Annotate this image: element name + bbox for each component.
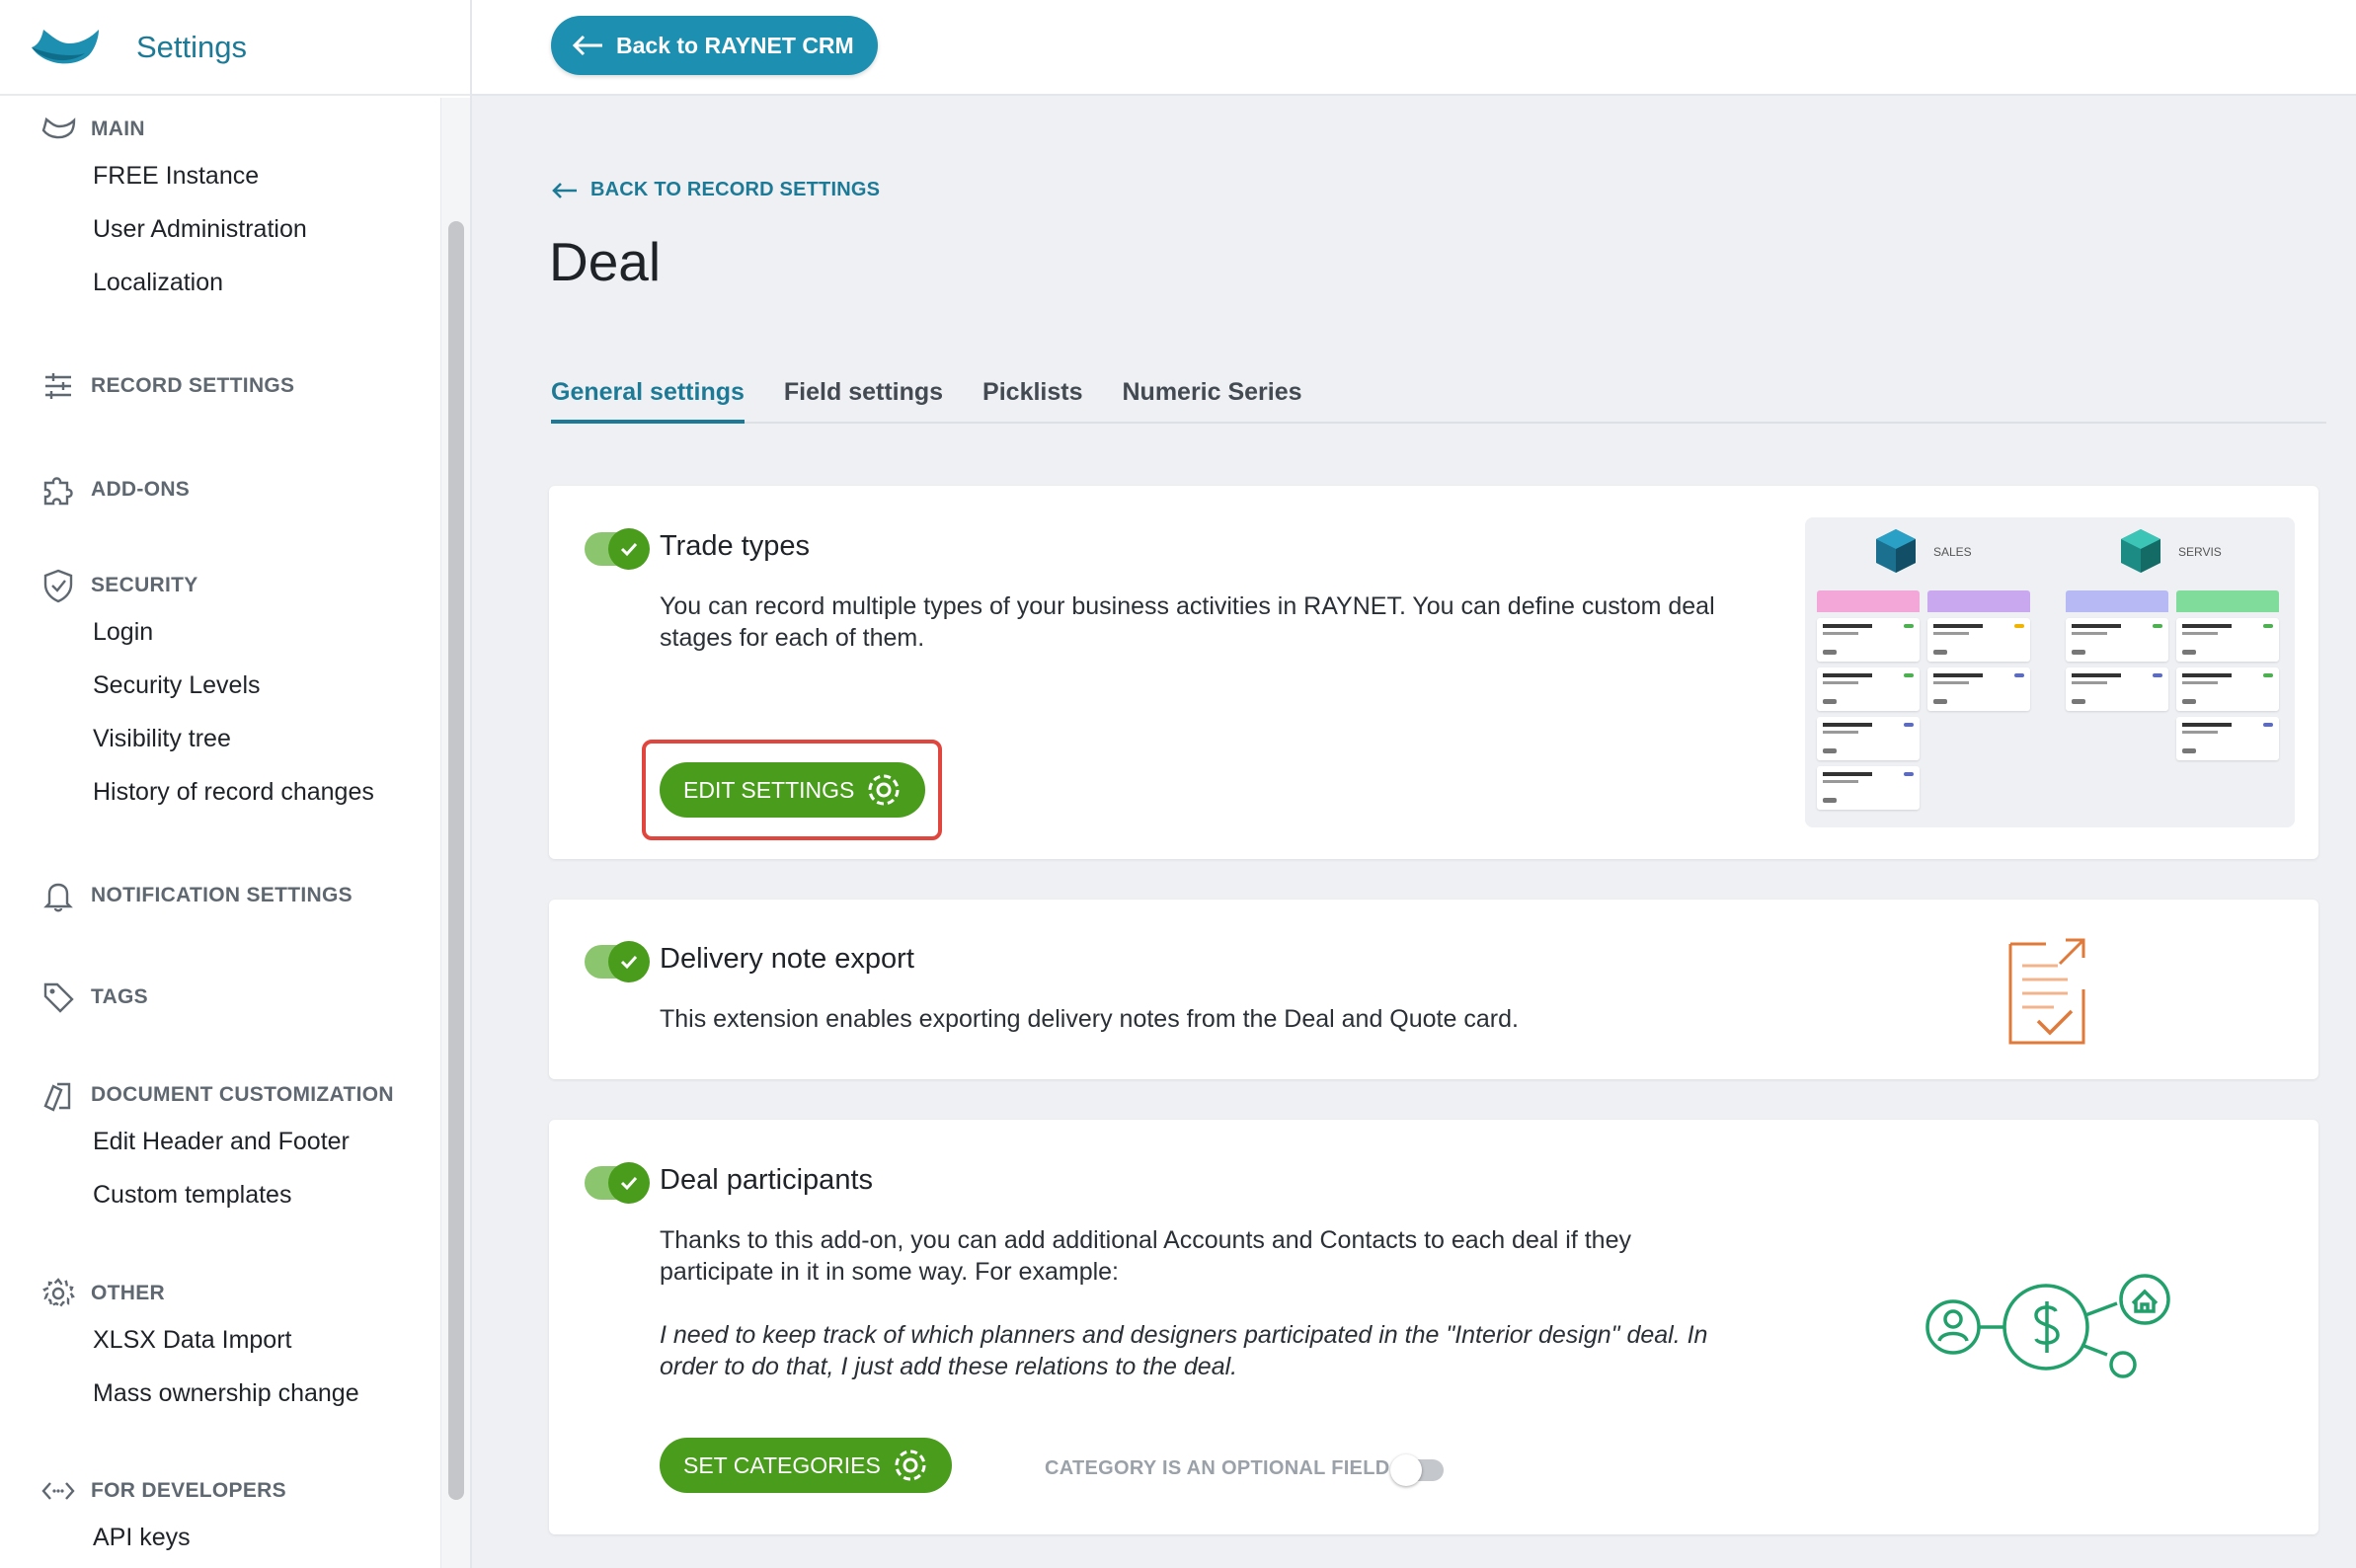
tab-numeric-series[interactable]: Numeric Series xyxy=(1123,374,1302,424)
sidebar-header: Settings xyxy=(0,0,470,96)
nav-head-document[interactable]: DOCUMENT CUSTOMIZATION xyxy=(0,1075,434,1115)
delivery-note-toggle[interactable] xyxy=(585,941,650,982)
documents-icon xyxy=(43,1082,71,1112)
delivery-note-title: Delivery note export xyxy=(660,943,914,975)
nav-head-record-settings[interactable]: RECORD SETTINGS xyxy=(0,366,434,406)
top-bar: Back to RAYNET CRM xyxy=(472,0,2356,96)
sliders-icon xyxy=(45,373,71,399)
nav-section-security: SECURITY Login Security Levels Visibilit… xyxy=(0,566,434,819)
gear-icon xyxy=(895,1450,926,1481)
trade-types-description: You can record multiple types of your bu… xyxy=(660,592,1715,652)
trade-types-toggle[interactable] xyxy=(585,528,650,570)
deal-participants-example: I need to keep track of which planners a… xyxy=(660,1321,1708,1380)
trade-types-title: Trade types xyxy=(660,530,811,562)
tab-field-settings[interactable]: Field settings xyxy=(784,374,943,424)
preview-column xyxy=(1927,590,2030,711)
deal-participants-toggle[interactable] xyxy=(585,1162,650,1204)
set-categories-button[interactable]: SET CATEGORIES xyxy=(660,1438,952,1493)
nav-section-developers: FOR DEVELOPERS API keys xyxy=(0,1471,434,1564)
cube-icon xyxy=(2121,529,2160,573)
tag-icon xyxy=(43,982,74,1013)
nav-head-security[interactable]: SECURITY xyxy=(0,566,434,605)
check-icon xyxy=(608,1162,650,1204)
code-icon xyxy=(41,1482,75,1500)
sidebar-item-free-instance[interactable]: FREE Instance xyxy=(0,149,434,202)
trade-types-preview: SALES SERVIS xyxy=(1805,517,2295,827)
puzzle-icon xyxy=(43,477,73,506)
nav-section-record-settings: RECORD SETTINGS xyxy=(0,366,434,406)
nav-section-tags: TAGS xyxy=(0,978,434,1017)
preview-label-sales: SALES xyxy=(1933,545,1972,559)
sidebar-item-history-of-record-changes[interactable]: History of record changes xyxy=(0,765,434,819)
arrow-left-icon xyxy=(552,182,577,198)
arrow-left-icon xyxy=(572,35,602,56)
nav-head-tags[interactable]: TAGS xyxy=(0,978,434,1017)
shield-icon xyxy=(43,569,73,603)
optional-field-toggle[interactable] xyxy=(1390,1454,1444,1486)
sidebar-item-login[interactable]: Login xyxy=(0,605,434,659)
back-to-record-settings-link[interactable]: BACK TO RECORD SETTINGS xyxy=(551,179,880,201)
check-icon xyxy=(608,941,650,982)
preview-column xyxy=(1817,590,1920,810)
bell-icon xyxy=(43,883,73,912)
sidebar-item-visibility-tree[interactable]: Visibility tree xyxy=(0,712,434,765)
nav-head-main[interactable]: MAIN xyxy=(0,110,434,149)
nav-section-document: DOCUMENT CUSTOMIZATION Edit Header and F… xyxy=(0,1075,434,1221)
check-icon xyxy=(608,528,650,570)
document-export-icon xyxy=(2008,938,2085,1045)
sidebar-item-user-administration[interactable]: User Administration xyxy=(0,202,434,256)
optional-field-label: CATEGORY IS AN OPTIONAL FIELD xyxy=(1045,1457,1390,1479)
cube-icon xyxy=(1876,529,1916,573)
sidebar-scrollbar-thumb[interactable] xyxy=(448,221,464,1500)
sidebar-title: Settings xyxy=(136,29,248,64)
preview-column xyxy=(2176,590,2279,760)
deal-participants-description: Thanks to this add-on, you can add addit… xyxy=(660,1226,1631,1286)
tab-bar: General settings Field settings Picklist… xyxy=(551,374,2326,424)
nav-section-addons: ADD-ONS xyxy=(0,470,434,510)
sidebar-scrollbar[interactable] xyxy=(440,98,470,1568)
nav-head-notification[interactable]: NOTIFICATION SETTINGS xyxy=(0,876,434,915)
sidebar-item-mass-ownership-change[interactable]: Mass ownership change xyxy=(0,1367,434,1420)
back-to-crm-button[interactable]: Back to RAYNET CRM xyxy=(551,16,878,75)
gear-icon xyxy=(868,774,900,806)
gear-icon xyxy=(42,1278,75,1308)
sidebar-item-localization[interactable]: Localization xyxy=(0,256,434,309)
preview-label-servis: SERVIS xyxy=(2178,545,2222,559)
sidebar: Settings MAIN FREE Instance User Adminis… xyxy=(0,0,472,1568)
preview-column xyxy=(2066,590,2168,711)
raynet-logo-icon[interactable] xyxy=(30,26,101,69)
sidebar-item-edit-header-footer[interactable]: Edit Header and Footer xyxy=(0,1115,434,1168)
nav-section-notification: NOTIFICATION SETTINGS xyxy=(0,876,434,915)
sidebar-item-xlsx-import[interactable]: XLSX Data Import xyxy=(0,1313,434,1367)
nav-head-developers[interactable]: FOR DEVELOPERS xyxy=(0,1471,434,1511)
raynet-fish-icon xyxy=(41,117,76,139)
nav-head-addons[interactable]: ADD-ONS xyxy=(0,470,434,510)
sidebar-item-custom-templates[interactable]: Custom templates xyxy=(0,1168,434,1221)
delivery-note-description: This extension enables exporting deliver… xyxy=(660,1005,1519,1033)
edit-settings-button[interactable]: EDIT SETTINGS xyxy=(660,762,926,818)
nav-section-main: MAIN FREE Instance User Administration L… xyxy=(0,110,434,309)
nav-head-other[interactable]: OTHER xyxy=(0,1274,434,1313)
deal-participants-title: Deal participants xyxy=(660,1164,873,1196)
sidebar-item-security-levels[interactable]: Security Levels xyxy=(0,659,434,712)
sidebar-item-api-keys[interactable]: API keys xyxy=(0,1511,434,1564)
participants-network-icon xyxy=(1925,1274,2170,1378)
tab-general-settings[interactable]: General settings xyxy=(551,374,745,424)
page-title: Deal xyxy=(549,231,662,292)
nav-section-other: OTHER XLSX Data Import Mass ownership ch… xyxy=(0,1274,434,1420)
tab-picklists[interactable]: Picklists xyxy=(982,374,1082,424)
